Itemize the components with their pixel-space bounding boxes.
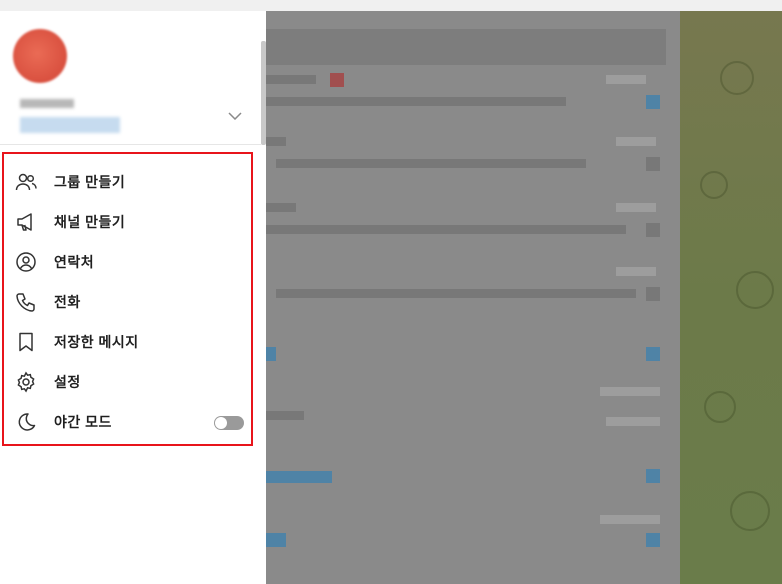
drawer-divider bbox=[0, 144, 262, 145]
gear-icon bbox=[15, 371, 37, 393]
chat-row-blurred bbox=[266, 197, 680, 257]
menu-item-label: 채널 만들기 bbox=[54, 214, 126, 230]
user-phone-blurred bbox=[20, 117, 120, 133]
chat-row-blurred bbox=[266, 131, 680, 191]
menu-item-label: 연락처 bbox=[54, 254, 95, 270]
menu-item-settings[interactable]: 설정 bbox=[4, 362, 251, 402]
search-bar-blurred bbox=[266, 29, 666, 65]
chat-row-blurred bbox=[266, 387, 680, 447]
drawer-menu: 그룹 만들기 채널 만들기 연락처 전화 저장한 메시지 설정 야간 모드 bbox=[2, 152, 253, 446]
avatar[interactable] bbox=[13, 29, 67, 83]
chat-row-blurred bbox=[266, 261, 680, 321]
menu-item-label: 야간 모드 bbox=[54, 414, 112, 430]
menu-item-new-group[interactable]: 그룹 만들기 bbox=[4, 162, 251, 202]
chat-list-background bbox=[266, 11, 680, 584]
chat-row-blurred bbox=[266, 69, 680, 129]
menu-item-label: 설정 bbox=[54, 374, 81, 390]
side-drawer: 그룹 만들기 채널 만들기 연락처 전화 저장한 메시지 설정 야간 모드 bbox=[0, 11, 266, 584]
users-icon bbox=[15, 171, 37, 193]
chat-background-pattern bbox=[680, 11, 782, 584]
user-name-blurred bbox=[20, 99, 74, 108]
menu-item-contacts[interactable]: 연락처 bbox=[4, 242, 251, 282]
contact-icon bbox=[15, 251, 37, 273]
menu-item-calls[interactable]: 전화 bbox=[4, 282, 251, 322]
night-mode-toggle[interactable] bbox=[214, 416, 244, 430]
menu-item-label: 그룹 만들기 bbox=[54, 174, 126, 190]
menu-item-new-channel[interactable]: 채널 만들기 bbox=[4, 202, 251, 242]
bookmark-icon bbox=[15, 331, 37, 353]
menu-item-label: 전화 bbox=[54, 294, 81, 310]
menu-item-night-mode[interactable]: 야간 모드 bbox=[4, 402, 251, 442]
menu-item-saved-messages[interactable]: 저장한 메시지 bbox=[4, 322, 251, 362]
chevron-down-icon[interactable] bbox=[226, 107, 244, 125]
chat-row-blurred bbox=[266, 511, 680, 571]
menu-item-label: 저장한 메시지 bbox=[54, 334, 139, 350]
megaphone-icon bbox=[15, 211, 37, 233]
window-top-strip bbox=[0, 0, 782, 11]
moon-icon bbox=[15, 411, 37, 433]
phone-icon bbox=[15, 291, 37, 313]
scrollbar[interactable] bbox=[261, 41, 266, 145]
toggle-knob bbox=[215, 417, 227, 429]
chat-row-blurred bbox=[266, 327, 680, 387]
